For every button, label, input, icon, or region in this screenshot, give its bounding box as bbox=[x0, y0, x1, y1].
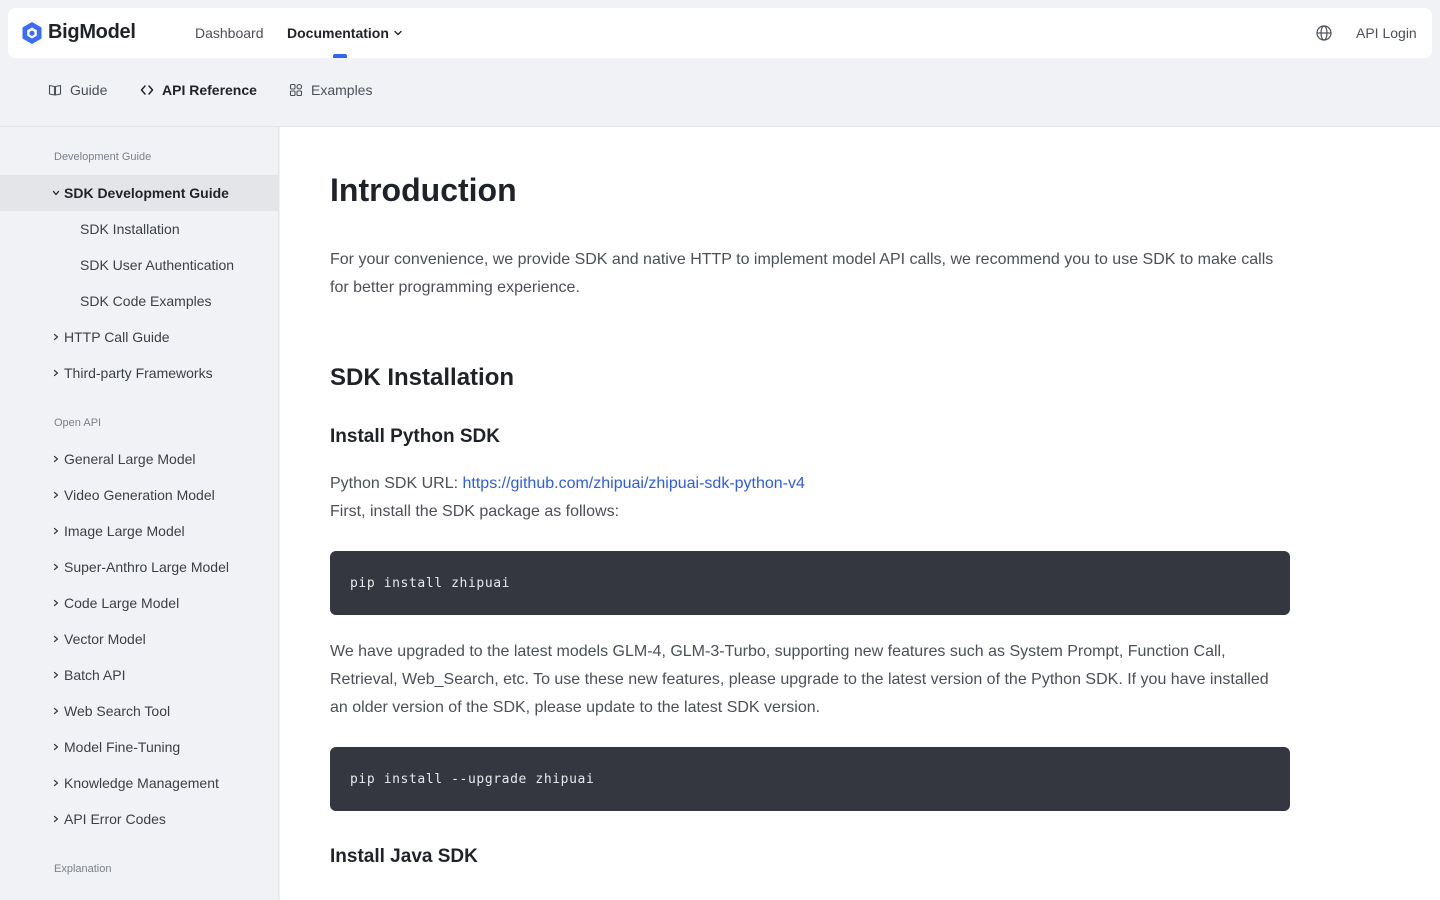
sidebar-item-super-anthro-large-model[interactable]: Super-Anthro Large Model bbox=[0, 549, 278, 585]
sidebar-item-label: SDK User Authentication bbox=[80, 257, 235, 273]
chevron-right-icon bbox=[53, 671, 59, 679]
grid-icon bbox=[289, 83, 303, 97]
chevron-right-icon bbox=[53, 743, 59, 751]
sidebar-item-http-call-guide[interactable]: HTTP Call Guide bbox=[0, 319, 278, 355]
chevron-right-icon bbox=[53, 707, 59, 715]
sidebar-item-knowledge-management[interactable]: Knowledge Management bbox=[0, 765, 278, 801]
sidebar-item-sdk-development-guide[interactable]: SDK Development Guide bbox=[0, 175, 278, 211]
sidebar-item-code-large-model[interactable]: Code Large Model bbox=[0, 585, 278, 621]
sidebar-item-batch-api[interactable]: Batch API bbox=[0, 657, 278, 693]
sidebar-item-general-large-model[interactable]: General Large Model bbox=[0, 441, 278, 477]
sidebar-section-development-guide: Development Guide bbox=[54, 151, 152, 163]
sidebar-item-third-party-frameworks[interactable]: Third-party Frameworks bbox=[0, 355, 278, 391]
sidebar-item-label: Vector Model bbox=[64, 631, 146, 647]
sidebar-item-label: API Error Codes bbox=[64, 811, 166, 827]
sidebar-item-label: General Large Model bbox=[64, 451, 196, 467]
sidebar-item-label: Model Fine-Tuning bbox=[64, 739, 181, 755]
sidebar-item-label: Video Generation Model bbox=[64, 487, 215, 503]
main-content: Introduction For your convenience, we pr… bbox=[280, 127, 1440, 900]
api-login-link[interactable]: API Login bbox=[1356, 8, 1417, 58]
chevron-right-icon bbox=[53, 455, 59, 463]
globe-icon[interactable] bbox=[1315, 24, 1333, 42]
tab-api-reference[interactable]: API Reference bbox=[140, 81, 257, 99]
bigmodel-logo-icon bbox=[22, 21, 42, 44]
code-upgrade-text: pip install --upgrade zhipuai bbox=[350, 771, 595, 787]
sidebar-item-sdk-user-authentication[interactable]: SDK User Authentication bbox=[0, 247, 278, 283]
sidebar-item-label: Batch API bbox=[64, 667, 126, 683]
python-sdk-url-label: Python SDK URL: bbox=[330, 475, 463, 492]
sidebar-item-label: SDK Development Guide bbox=[64, 185, 229, 201]
brand-name: BigModel bbox=[48, 21, 136, 43]
sidebar-item-label: SDK Installation bbox=[80, 221, 180, 237]
sidebar-section-open-api: Open API bbox=[54, 417, 102, 429]
chevron-right-icon bbox=[53, 779, 59, 787]
sidebar-item-label: HTTP Call Guide bbox=[64, 329, 170, 345]
page-title: Introduction bbox=[330, 172, 517, 208]
intro-paragraph: For your convenience, we provide SDK and… bbox=[330, 251, 1274, 296]
upgrade-note-paragraph: We have upgraded to the latest models GL… bbox=[330, 643, 1269, 716]
subsection-title-java-sdk: Install Java SDK bbox=[330, 846, 478, 867]
subsection-title-python-sdk: Install Python SDK bbox=[330, 426, 500, 447]
nav-documentation[interactable]: Documentation bbox=[287, 8, 403, 58]
tab-guide-label: Guide bbox=[70, 82, 108, 98]
chevron-right-icon bbox=[53, 563, 59, 571]
sidebar-item-sdk-installation[interactable]: SDK Installation bbox=[0, 211, 278, 247]
sidebar-item-label: Code Large Model bbox=[64, 595, 180, 611]
sidebar-item-vector-model[interactable]: Vector Model bbox=[0, 621, 278, 657]
chevron-down-icon bbox=[52, 190, 60, 196]
chevron-right-icon bbox=[53, 527, 59, 535]
sidebar-item-label: Super-Anthro Large Model bbox=[64, 559, 229, 575]
tab-guide[interactable]: Guide bbox=[48, 81, 107, 99]
code-install-text: pip install zhipuai bbox=[350, 575, 511, 591]
chevron-right-icon bbox=[53, 369, 59, 377]
sidebar: Development Guide SDK Development Guide … bbox=[0, 127, 279, 900]
sidebar-item-label: Knowledge Management bbox=[64, 775, 219, 791]
chevron-right-icon bbox=[53, 815, 59, 823]
python-install-note: First, install the SDK package as follow… bbox=[330, 503, 620, 520]
sidebar-item-model-fine-tuning[interactable]: Model Fine-Tuning bbox=[0, 729, 278, 765]
chevron-right-icon bbox=[53, 333, 59, 341]
sidebar-section-explanation: Explanation bbox=[54, 863, 112, 875]
python-sdk-url-line: Python SDK URL: https://github.com/zhipu… bbox=[330, 470, 1290, 498]
code-icon bbox=[140, 85, 154, 95]
doc-subtabs: Guide API Reference Examples bbox=[0, 58, 1440, 126]
top-navbar: BigModel Dashboard Documentation API Log… bbox=[8, 8, 1432, 58]
nav-dashboard[interactable]: Dashboard bbox=[195, 8, 264, 58]
code-block-install[interactable]: pip install zhipuai bbox=[330, 551, 1290, 615]
sidebar-item-sdk-code-examples[interactable]: SDK Code Examples bbox=[0, 283, 278, 319]
chevron-right-icon bbox=[53, 635, 59, 643]
chevron-right-icon bbox=[53, 599, 59, 607]
section-title-sdk-installation: SDK Installation bbox=[330, 364, 515, 391]
python-sdk-link[interactable]: https://github.com/zhipuai/zhipuai-sdk-p… bbox=[463, 475, 805, 492]
code-block-upgrade[interactable]: pip install --upgrade zhipuai bbox=[330, 747, 1290, 811]
brand-logo[interactable]: BigModel bbox=[22, 21, 136, 44]
sidebar-item-label: Image Large Model bbox=[64, 523, 185, 539]
chevron-down-icon bbox=[394, 30, 402, 36]
sidebar-item-api-error-codes[interactable]: API Error Codes bbox=[0, 801, 278, 837]
sidebar-item-video-generation-model[interactable]: Video Generation Model bbox=[0, 477, 278, 513]
sidebar-item-label: Third-party Frameworks bbox=[64, 365, 213, 381]
sidebar-item-image-large-model[interactable]: Image Large Model bbox=[0, 513, 278, 549]
tab-api-reference-label: API Reference bbox=[162, 82, 257, 98]
sidebar-item-label: Web Search Tool bbox=[64, 703, 171, 719]
tab-examples-label: Examples bbox=[311, 82, 373, 98]
tab-examples[interactable]: Examples bbox=[289, 81, 372, 99]
chevron-right-icon bbox=[53, 491, 59, 499]
sidebar-item-label: SDK Code Examples bbox=[80, 293, 212, 309]
sidebar-item-web-search-tool[interactable]: Web Search Tool bbox=[0, 693, 278, 729]
nav-documentation-label: Documentation bbox=[287, 25, 389, 41]
book-icon bbox=[48, 84, 62, 96]
